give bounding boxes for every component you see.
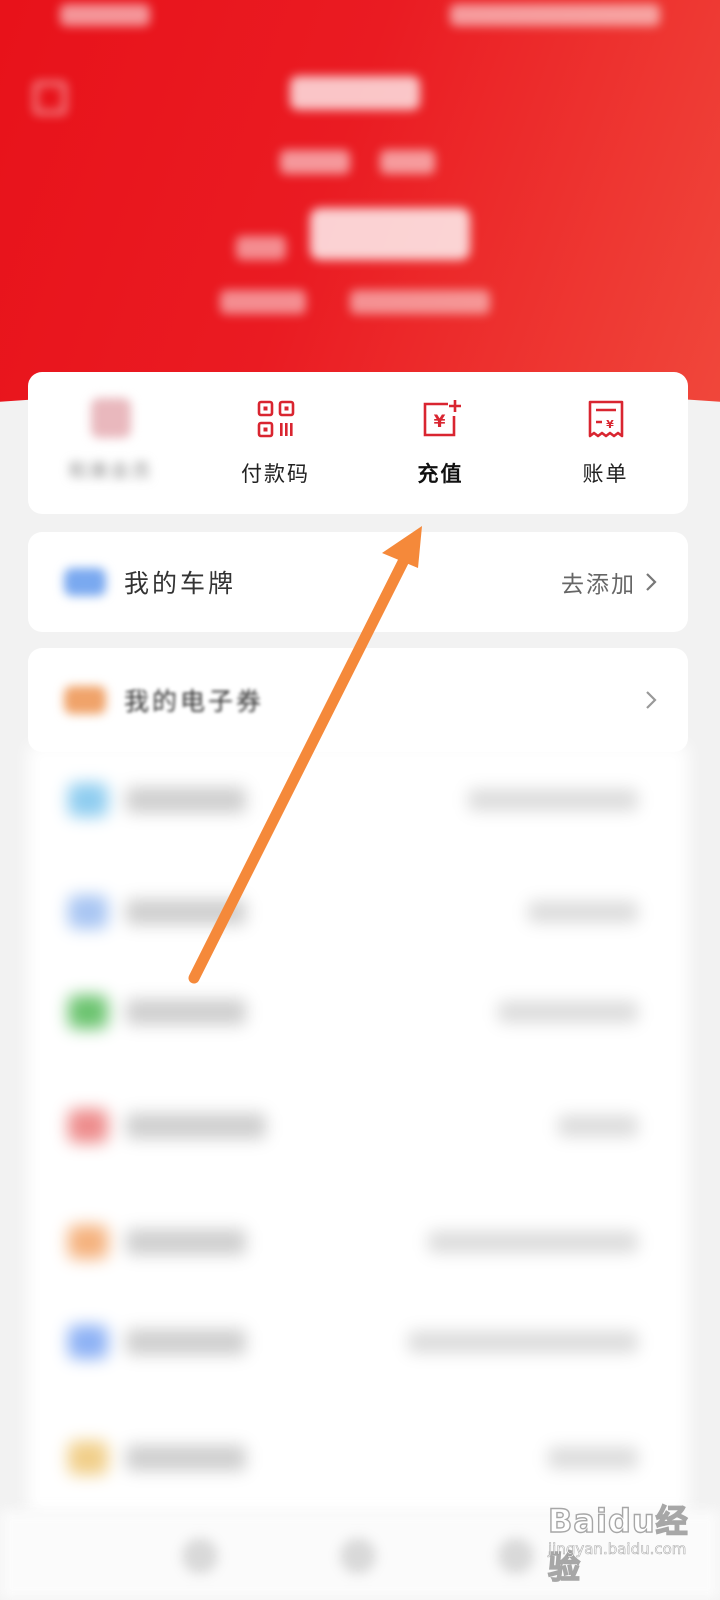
member-button[interactable]: 和美会员 (28, 372, 193, 514)
my-coupons-row[interactable]: 我的电子券 (28, 648, 688, 752)
add-plate-link[interactable]: 去添加 (561, 565, 636, 599)
qr-code-icon (257, 400, 294, 438)
my-plate-title: 我的车牌 (124, 569, 237, 598)
list-item[interactable] (28, 857, 688, 969)
car-icon (64, 568, 106, 596)
watermark-url: jingyan.baidu.com (548, 1540, 687, 1559)
bill-label: 账单 (582, 462, 629, 486)
recharge-button[interactable]: ¥ 充值 (358, 372, 523, 514)
svg-text:¥: ¥ (433, 412, 445, 432)
payment-code-label: 付款码 (241, 462, 310, 486)
list-item-icon (68, 1225, 108, 1259)
menu-icon[interactable] (34, 82, 66, 114)
list-item-icon (68, 1441, 108, 1475)
member-label: 和美会员 (68, 460, 153, 482)
bill-button[interactable]: ¥ 账单 (523, 372, 688, 514)
header-title (290, 76, 420, 110)
coupon-icon (64, 686, 106, 714)
bill-icon: ¥ (588, 400, 623, 438)
recharge-label: 充值 (417, 462, 464, 486)
points-tab[interactable] (380, 150, 435, 174)
list-item[interactable] (28, 1071, 688, 1183)
payment-code-button[interactable]: 付款码 (193, 372, 358, 514)
quick-actions-card: 和美会员 付款码 ¥ 充值 ¥ 账单 (28, 372, 688, 514)
list-item-icon (68, 895, 108, 929)
chevron-right-icon (646, 691, 657, 709)
nav-tab-icon[interactable] (498, 1538, 534, 1574)
baidu-jingyan-watermark: Baidu经验 jingyan.baidu.com (547, 1488, 698, 1586)
list-item-icon (68, 1109, 108, 1143)
header-link-right[interactable] (350, 290, 490, 314)
balance-tab[interactable] (280, 150, 350, 174)
chevron-right-icon (646, 573, 657, 591)
svg-text:¥: ¥ (606, 418, 614, 431)
list-item[interactable] (28, 957, 688, 1069)
nav-tab-icon[interactable] (182, 1538, 218, 1574)
list-item[interactable] (28, 1287, 688, 1399)
balance-amount (310, 208, 470, 260)
recharge-icon: ¥ (423, 400, 461, 437)
list-item-icon (68, 783, 108, 817)
header-link-left[interactable] (220, 290, 306, 314)
member-icon (90, 398, 131, 438)
list-item-icon (68, 1325, 108, 1359)
list-item[interactable] (28, 1187, 688, 1299)
list-item-icon (68, 995, 108, 1029)
balance-label (236, 236, 286, 260)
my-plate-row[interactable]: 我的车牌 去添加 (28, 532, 688, 632)
nav-tab-icon[interactable] (340, 1538, 376, 1574)
status-bar (60, 4, 660, 32)
blurred-menu-list (28, 745, 688, 1515)
list-item[interactable] (28, 745, 688, 857)
my-coupons-title: 我的电子券 (124, 687, 265, 716)
account-header (0, 0, 720, 402)
